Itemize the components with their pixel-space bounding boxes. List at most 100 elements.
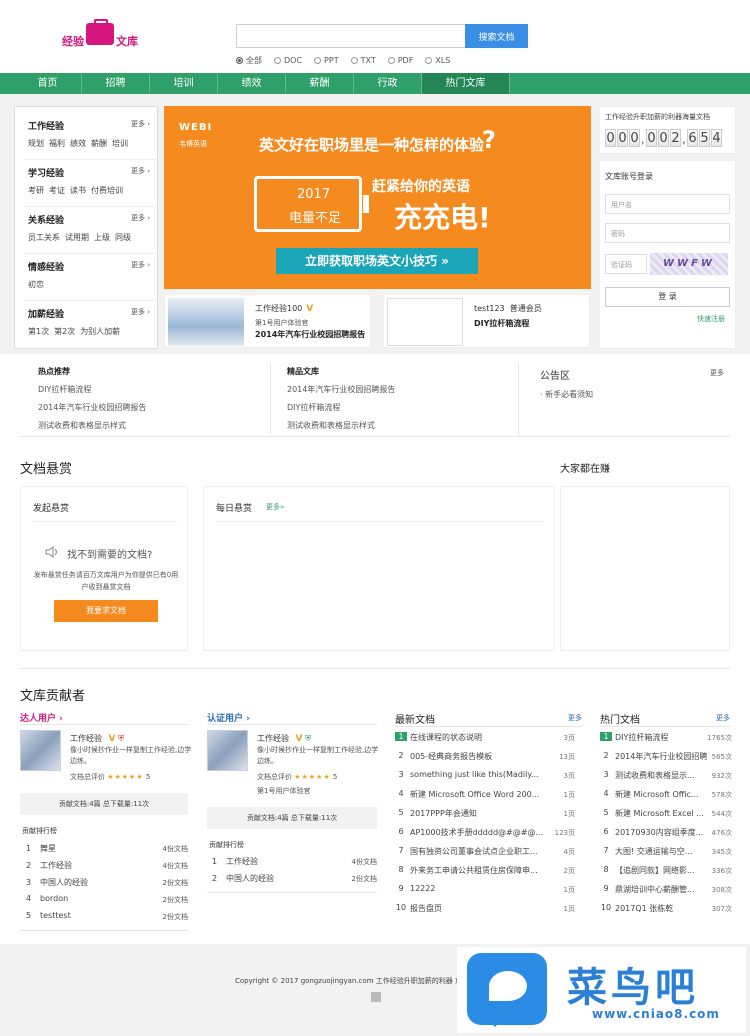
doc-title[interactable]: 2017PPP年会通知	[410, 808, 550, 819]
doc-title[interactable]: AP1000技术手册ddddd@#@#@...	[410, 827, 550, 838]
doc-title[interactable]: 大图! 交通运输与空...	[615, 846, 707, 857]
rank-row[interactable]: 4 bordon 2份文档	[26, 894, 188, 904]
doc-list-item[interactable]: 2 2014年汽车行业校园招聘报 565次	[600, 751, 732, 762]
category-raise[interactable]: 加薪经验 更多 › 第1次 第2次 为别人加薪	[28, 307, 150, 337]
rank-user[interactable]: testtest	[40, 911, 71, 920]
doc-title[interactable]: 新建 Microsoft Office Word 200...	[410, 789, 550, 800]
doc-link[interactable]: 测试收费和表格显示样式	[38, 420, 238, 431]
subcategory-link[interactable]: 考研	[28, 185, 44, 196]
doc-link[interactable]: 2014年汽车行业校园招聘报告	[287, 384, 487, 395]
doc-list-item[interactable]: 5 2017PPP年会通知 1页	[395, 808, 575, 819]
category-more-link[interactable]: 更多 ›	[131, 119, 150, 129]
filter-ppt[interactable]: PPT	[314, 55, 339, 66]
filter-xls[interactable]: XLS	[425, 55, 450, 66]
notice-item[interactable]: · 新手必看须知	[540, 389, 593, 400]
doc-list-item[interactable]: 3 something just like this(Madily... 3页	[395, 770, 575, 780]
doc-title[interactable]: 报告盘页	[410, 903, 550, 914]
rank-row[interactable]: 2 工作经验 4份文档	[26, 860, 188, 871]
search-button[interactable]: 搜索文档	[465, 24, 528, 48]
doc-title[interactable]: 鼎湖培训中心薪酬管...	[615, 884, 707, 895]
promo-banner[interactable]: WEBI 韦博英语 英文好在职场里是一种怎样的体验 ? 2017 电量不足 赶紧…	[164, 106, 591, 289]
category-study[interactable]: 学习经验 更多 › 考研 考证 读书 付费培训	[24, 166, 156, 207]
doc-list-item[interactable]: 2 005-经典商务报告模板 13页	[395, 751, 575, 762]
subcategory-link[interactable]: 试用期	[65, 232, 89, 243]
doc-list-item[interactable]: 10 报告盘页 1页	[395, 903, 575, 914]
category-more-link[interactable]: 更多 ›	[131, 213, 150, 223]
category-more-link[interactable]: 更多 ›	[131, 260, 150, 270]
doc-list-item[interactable]: 8 【追剧同款】网络影... 336次	[600, 865, 732, 876]
filter-pdf[interactable]: PDF	[387, 55, 413, 66]
category-emotion[interactable]: 情感经验 更多 › 初恋	[24, 260, 156, 301]
subcategory-link[interactable]: 上级	[94, 232, 110, 243]
subcategory-link[interactable]: 付费培训	[91, 185, 123, 196]
subcategory-link[interactable]: 同级	[115, 232, 131, 243]
doc-title[interactable]: 国有独资公司董事会试点企业职工...	[410, 846, 550, 857]
subcategory-link[interactable]: 读书	[70, 185, 86, 196]
search-input[interactable]	[236, 24, 466, 48]
register-link[interactable]: 快速注册	[697, 314, 725, 324]
rank-row[interactable]: 3 中国人的经验 2份文档	[26, 877, 188, 888]
subcategory-link[interactable]: 福利	[49, 138, 65, 149]
doc-list-item[interactable]: 9 鼎湖培训中心薪酬管... 308次	[600, 884, 732, 895]
doc-title[interactable]: 外来务工申请公共租赁住房保障申...	[410, 865, 550, 876]
rank-row[interactable]: 1 工作经验 4份文档	[212, 856, 377, 867]
doc-list-item[interactable]: 7 大图! 交通运输与空... 345次	[600, 846, 732, 857]
doc-list-item[interactable]: 1 在线课程的状态说明 3页	[395, 732, 575, 743]
captcha-field[interactable]: 验证码	[605, 254, 647, 274]
rank-user[interactable]: 工作经验	[226, 857, 258, 866]
popular-more-link[interactable]: 更多	[716, 713, 730, 723]
doc-title[interactable]: 【追剧同款】网络影...	[615, 865, 707, 876]
doc-author[interactable]: test123	[474, 304, 505, 313]
doc-title[interactable]: 2017Q1 张栋乾	[615, 903, 707, 914]
banner-cta-button[interactable]: 立即获取职场英文小技巧 »	[276, 248, 478, 274]
rank-user[interactable]: bordon	[40, 894, 68, 903]
doc-list-item[interactable]: 8 外来务工申请公共租赁住房保障申... 2页	[395, 865, 575, 876]
doc-title[interactable]: DIY拉杆箱流程	[615, 732, 707, 743]
subcategory-link[interactable]: 第2次	[54, 326, 75, 337]
site-logo[interactable]: 经验 文库	[62, 19, 142, 50]
nav-training[interactable]: 培训	[150, 73, 218, 94]
rank-user[interactable]: 工作经验	[40, 861, 72, 870]
doc-title[interactable]: 新建 Microsoft Excel ...	[615, 808, 707, 819]
doc-list-item[interactable]: 1 DIY拉杆箱流程 1765次	[600, 732, 732, 743]
doc-list-item[interactable]: 4 新建 Microsoft Offic... 578次	[600, 789, 732, 800]
nav-hot-docs[interactable]: 热门文库	[422, 73, 510, 94]
rank-user[interactable]: 舞星	[40, 844, 56, 853]
doc-title[interactable]: 12222	[410, 884, 550, 893]
filter-doc[interactable]: DOC	[274, 55, 302, 66]
subcategory-link[interactable]: 薪酬	[91, 138, 107, 149]
subcategory-link[interactable]: 培训	[112, 138, 128, 149]
doc-title[interactable]: 2014年汽车行业校园招聘报告	[255, 329, 365, 340]
doc-title[interactable]: DIY拉杆箱流程	[474, 318, 529, 329]
doc-list-item[interactable]: 6 AP1000技术手册ddddd@#@#@... 123页	[395, 827, 575, 838]
rank-row[interactable]: 1 舞星 4份文档	[26, 843, 188, 854]
expert-users-link[interactable]: 达人用户 ›	[20, 711, 63, 724]
filter-txt[interactable]: TXT	[350, 55, 376, 66]
subcategory-link[interactable]: 第1次	[28, 326, 49, 337]
category-work[interactable]: 工作经验 更多 › 规划 福利 绩效 薪酬 培训	[24, 119, 156, 160]
doc-list-item[interactable]: 6 20170930内容组季度... 476次	[600, 827, 732, 838]
stats-icon[interactable]	[371, 992, 381, 1002]
username-field[interactable]: 用户名	[605, 194, 730, 214]
password-field[interactable]: 密码	[605, 223, 730, 243]
doc-link[interactable]: 2014年汽车行业校园招聘报告	[38, 402, 238, 413]
doc-title[interactable]: 005-经典商务报告模板	[410, 751, 550, 762]
doc-title[interactable]: 在线课程的状态说明	[410, 732, 550, 743]
nav-recruit[interactable]: 招聘	[82, 73, 150, 94]
filter-all[interactable]: 全部	[236, 55, 262, 66]
doc-list-item[interactable]: 4 新建 Microsoft Office Word 200... 1页	[395, 789, 575, 800]
subcategory-link[interactable]: 绩效	[70, 138, 86, 149]
subcategory-link[interactable]: 规划	[28, 138, 44, 149]
doc-title[interactable]: something just like this(Madily...	[410, 770, 550, 779]
certified-users-link[interactable]: 认证用户 ›	[207, 711, 250, 724]
doc-list-item[interactable]: 3 测试收费和表格显示... 932次	[600, 770, 732, 781]
category-more-link[interactable]: 更多 ›	[131, 307, 150, 317]
category-more-link[interactable]: 更多 ›	[131, 166, 150, 176]
nav-performance[interactable]: 绩效	[218, 73, 286, 94]
doc-link[interactable]: 测试收费和表格显示样式	[287, 420, 487, 431]
doc-title[interactable]: 测试收费和表格显示...	[615, 770, 707, 781]
contributor-name[interactable]: 工作经验 V ⛨	[70, 733, 124, 744]
doc-link[interactable]: DIY拉杆箱流程	[38, 384, 238, 395]
login-button[interactable]: 登 录	[605, 287, 730, 307]
subcategory-link[interactable]: 为别人加薪	[80, 326, 120, 337]
